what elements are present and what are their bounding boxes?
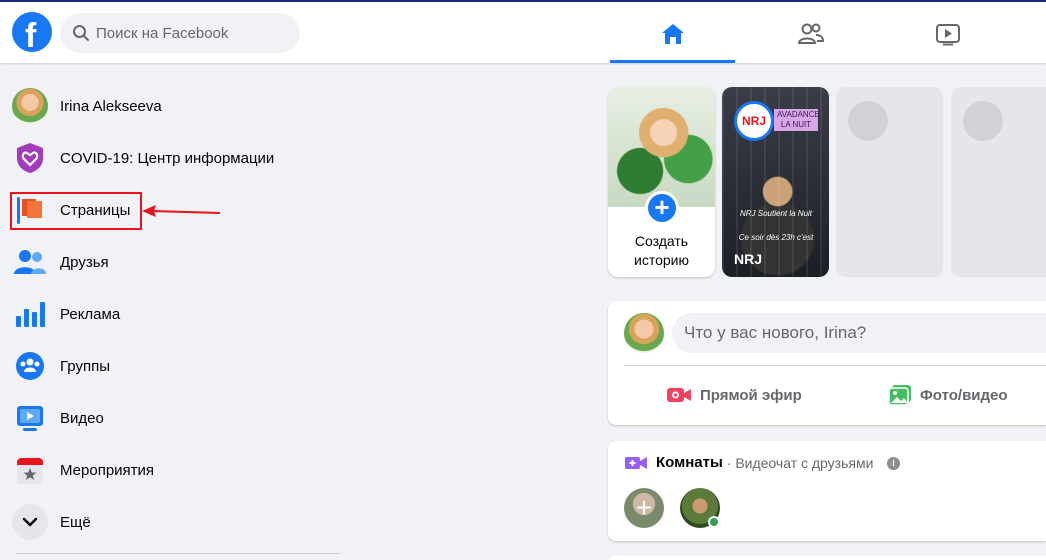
rooms-header: Комнаты · Видеочат с друзьями: [624, 454, 873, 471]
nrj-logo: NRJ: [734, 101, 774, 141]
annotation-arrow-icon: [142, 205, 221, 217]
sidebar-item-events[interactable]: Мероприятия: [8, 444, 348, 496]
sidebar-item-label: Видео: [60, 409, 104, 427]
composer-divider: [624, 365, 1046, 366]
sidebar-item-ads[interactable]: Реклама: [8, 288, 348, 340]
story-placeholder: [951, 87, 1046, 277]
sidebar-item-label: Реклама: [60, 305, 121, 323]
create-story-line1: Создать: [634, 233, 689, 249]
covid-heart-shield-icon: [12, 140, 48, 176]
facebook-logo-letter: f: [25, 17, 37, 52]
story-profile-photo: [608, 87, 715, 207]
sidebar-item-label: Мероприятия: [60, 461, 155, 479]
search-box[interactable]: [60, 13, 300, 53]
story-placeholder-avatar: [848, 101, 888, 141]
add-story-plus-icon: +: [645, 191, 679, 225]
live-video-button[interactable]: Прямой эфир: [666, 375, 802, 415]
status-input[interactable]: [672, 313, 1046, 353]
story-tag-line1: AVADANCE: [777, 110, 820, 119]
ads-chart-icon: [12, 296, 48, 332]
live-camera-icon: [667, 388, 691, 402]
facebook-logo[interactable]: f: [12, 12, 52, 52]
sidebar-item-friends[interactable]: Друзья: [8, 236, 348, 288]
sidebar-item-label: Группы: [60, 357, 110, 375]
story-caption: Ce soir dès 23h c'est: [738, 233, 814, 242]
next-card-edge: [608, 556, 1046, 560]
tab-watch[interactable]: [885, 4, 1010, 63]
story-placeholder-avatar: [963, 101, 1003, 141]
sidebar-item-label: Irina Alekseeva: [60, 97, 162, 115]
sidebar-divider: [16, 553, 340, 554]
sidebar-item-groups[interactable]: Группы: [8, 340, 348, 392]
pages-highlight-box: [10, 192, 142, 230]
friends-icon: [12, 244, 48, 280]
story-placeholder: [836, 87, 943, 277]
sidebar-item-video[interactable]: Видео: [8, 392, 348, 444]
chevron-down-icon: [12, 504, 48, 540]
story-author-name: NRJ: [734, 251, 763, 267]
avatar: [12, 88, 48, 124]
friends-outline-icon: [797, 23, 824, 44]
avatar[interactable]: [624, 313, 664, 353]
search-icon: [73, 25, 89, 41]
tab-friends[interactable]: [748, 4, 873, 63]
create-room-button[interactable]: +: [624, 488, 664, 528]
rooms-subtitle: · Видеочат с друзьями: [726, 454, 874, 471]
events-calendar-icon: [12, 452, 48, 488]
live-video-label: Прямой эфир: [700, 386, 802, 404]
tab-home[interactable]: [610, 4, 735, 63]
info-icon[interactable]: i: [887, 457, 900, 470]
video-icon: [12, 400, 48, 436]
home-icon: [661, 23, 684, 44]
rooms-video-icon: [625, 456, 647, 469]
sidebar-item-label: Ещё: [60, 513, 91, 531]
online-status-dot: [708, 516, 720, 528]
photo-icon: [888, 385, 911, 406]
rooms-title: Комнаты: [656, 454, 723, 471]
create-story-line2: историю: [634, 252, 689, 268]
sidebar-item-more[interactable]: Ещё: [8, 496, 348, 548]
sidebar-item-label: Друзья: [60, 253, 109, 271]
profile-avatar-wrap: [12, 88, 48, 124]
groups-icon: [12, 348, 48, 384]
post-composer: Прямой эфир Фото/видео: [608, 301, 1046, 425]
sidebar-item-covid[interactable]: COVID-19: Центр информации: [8, 132, 348, 184]
story-tag: AVADANCE LA NUIT: [774, 109, 820, 131]
photo-video-label: Фото/видео: [920, 386, 1008, 404]
sidebar-item-profile[interactable]: Irina Alekseeva: [8, 80, 348, 132]
photo-video-button[interactable]: Фото/видео: [888, 375, 1008, 415]
story-caption: NRJ Soutient la Nuit: [739, 209, 813, 218]
search-input[interactable]: [96, 13, 292, 53]
watch-video-icon: [935, 23, 960, 45]
create-story-card[interactable]: + Создать историю: [608, 87, 715, 277]
story-tag-line2: LA NUIT: [780, 120, 812, 129]
top-navigation-bar: f: [0, 2, 1046, 63]
create-story-label: Создать историю: [608, 232, 715, 270]
plus-icon: +: [635, 492, 653, 523]
story-card-nrj[interactable]: NRJ AVADANCE LA NUIT NRJ Soutient la Nui…: [722, 87, 829, 277]
sidebar-item-label: COVID-19: Центр информации: [60, 149, 275, 167]
rooms-card: Комнаты · Видеочат с друзьями i +: [608, 441, 1046, 541]
